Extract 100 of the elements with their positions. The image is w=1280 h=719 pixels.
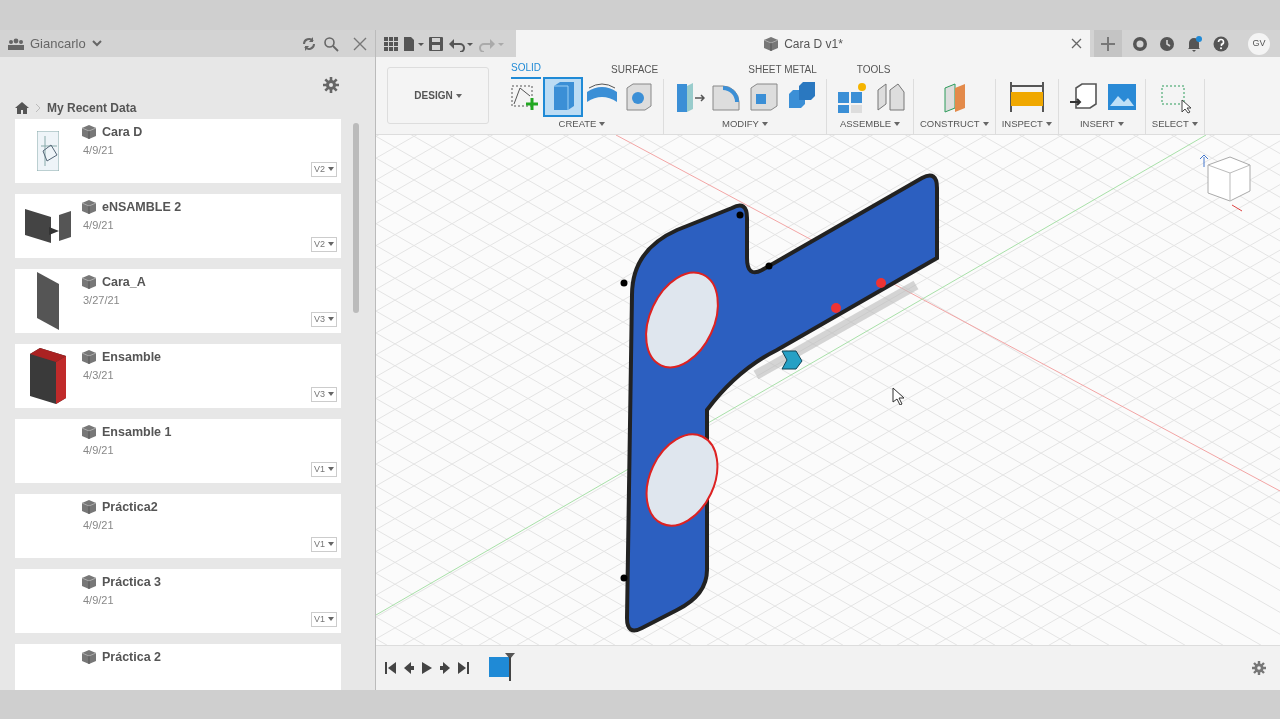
- group-menu[interactable]: CREATE: [558, 114, 606, 131]
- notifications-button[interactable]: [1186, 35, 1202, 52]
- model-thumbnail: [37, 272, 59, 330]
- caret-down-icon: [1117, 122, 1124, 127]
- file-date: 4/9/21: [83, 217, 115, 233]
- part-model-drawing[interactable]: [620, 173, 939, 633]
- timeline-settings-button[interactable]: [1252, 661, 1266, 675]
- ribbon-tab[interactable]: SURFACE: [611, 61, 659, 79]
- extensions-button[interactable]: [1132, 35, 1148, 52]
- version-dropdown[interactable]: V3: [311, 386, 337, 402]
- file-name: Práctica 2: [102, 649, 162, 666]
- ribbon-tab[interactable]: SHEET METAL: [748, 61, 817, 79]
- group-menu[interactable]: INSPECT: [1001, 114, 1052, 131]
- job-status-button[interactable]: [1159, 35, 1175, 52]
- version-dropdown[interactable]: V1: [311, 461, 337, 477]
- breadcrumb-link[interactable]: My Recent Data: [47, 99, 137, 117]
- home-button[interactable]: [15, 102, 29, 114]
- extrude-tool[interactable]: [545, 78, 581, 115]
- file-name: Cara D: [102, 124, 143, 141]
- file-card[interactable]: eNSAMBLE 2 4/9/21 V2: [15, 194, 341, 258]
- arrow-manipulator-icon[interactable]: [780, 349, 804, 371]
- scrollbar[interactable]: [353, 123, 359, 313]
- ribbon-tab[interactable]: SOLID: [511, 59, 541, 79]
- file-card[interactable]: Ensamble 1 4/9/21 V1: [15, 419, 341, 483]
- version-dropdown[interactable]: V2: [311, 236, 337, 252]
- apps-grid-icon: [384, 36, 398, 51]
- play-button[interactable]: [421, 662, 433, 674]
- file-card[interactable]: Cara D 4/9/21 V2: [15, 119, 341, 183]
- group-menu[interactable]: CONSTRUCT: [920, 114, 989, 131]
- chevron-right-icon: [35, 103, 41, 113]
- settings-icon: [323, 76, 339, 93]
- profile-avatar[interactable]: GV: [1248, 32, 1270, 55]
- close-tab-button[interactable]: [1071, 38, 1082, 49]
- file-menu-button[interactable]: [402, 35, 424, 52]
- search-button[interactable]: [323, 35, 339, 52]
- document-tab[interactable]: Cara D v1*: [516, 30, 1090, 57]
- workspace-dropdown[interactable]: DESIGN: [387, 67, 489, 124]
- version-dropdown[interactable]: V1: [311, 611, 337, 627]
- caret-down-icon: [328, 167, 334, 172]
- close-tab-icon: [1071, 38, 1082, 49]
- caret-down-icon: [455, 94, 462, 99]
- caret-down-icon: [328, 317, 334, 322]
- file-card[interactable]: Práctica 3 4/9/21 V1: [15, 569, 341, 633]
- design-file-icon: [81, 124, 97, 141]
- group-menu[interactable]: INSERT: [1080, 114, 1124, 131]
- chevron-down-icon: [91, 40, 102, 47]
- file-name: eNSAMBLE 2: [102, 199, 182, 216]
- file-date: 4/9/21: [83, 517, 115, 533]
- new-tab-button[interactable]: [1094, 30, 1122, 57]
- job-status-icon: [1159, 35, 1175, 52]
- group-menu[interactable]: MODIFY: [722, 114, 768, 131]
- document-title: Cara D v1*: [784, 35, 843, 53]
- group-menu[interactable]: ASSEMBLE: [839, 114, 901, 131]
- skip-start-icon: [385, 662, 397, 674]
- caret-down-icon: [982, 122, 989, 127]
- file-card[interactable]: Cara_A 3/27/21 V3: [15, 269, 341, 333]
- timeline-feature-icon: [487, 653, 515, 683]
- help-button[interactable]: [1213, 35, 1229, 52]
- caret-down-icon: [1045, 122, 1052, 127]
- version-dropdown[interactable]: V1: [311, 536, 337, 552]
- file-card[interactable]: Práctica2 4/9/21 V1: [15, 494, 341, 558]
- skip-end-button[interactable]: [457, 662, 469, 674]
- file-card[interactable]: Práctica 2: [15, 644, 341, 690]
- timeline-settings-icon: [1252, 661, 1266, 675]
- file-name: Ensamble: [102, 349, 162, 366]
- help-icon: [1213, 35, 1229, 52]
- design-file-icon: [81, 349, 97, 366]
- file-date: 3/27/21: [83, 292, 121, 308]
- caret-down-icon: [761, 122, 768, 127]
- refresh-icon: [301, 35, 317, 52]
- file-card[interactable]: Ensamble 4/3/21 V3: [15, 344, 341, 408]
- close-button[interactable]: [353, 36, 367, 51]
- file-name: Cara_A: [102, 274, 146, 291]
- ruler-icon: [1009, 79, 1044, 114]
- step-back-button[interactable]: [403, 662, 415, 674]
- ribbon-tab[interactable]: TOOLS: [856, 61, 891, 79]
- save-button[interactable]: [428, 35, 444, 52]
- file-name: Ensamble 1: [102, 424, 172, 441]
- refresh-button[interactable]: [301, 35, 317, 52]
- apps-grid-button[interactable]: [384, 36, 398, 51]
- file-date: 4/3/21: [83, 367, 115, 383]
- design-file-icon: [81, 574, 97, 591]
- file-date: 4/9/21: [83, 442, 115, 458]
- version-dropdown[interactable]: V3: [311, 311, 337, 327]
- file-date: 4/9/21: [83, 142, 115, 158]
- model-thumbnail: [25, 209, 71, 243]
- save-icon: [428, 35, 444, 52]
- caret-down-icon: [328, 542, 334, 547]
- user-dropdown[interactable]: Giancarlo: [30, 33, 102, 54]
- group-menu[interactable]: SELECT: [1151, 114, 1198, 131]
- step-back-icon: [403, 662, 415, 674]
- caret-down-icon: [328, 242, 334, 247]
- version-dropdown[interactable]: V2: [311, 161, 337, 177]
- team-icon: [8, 37, 24, 50]
- skip-start-button[interactable]: [385, 662, 397, 674]
- timeline-feature-button[interactable]: [487, 653, 515, 683]
- file-name: Práctica2: [102, 499, 158, 516]
- home-icon: [15, 102, 29, 114]
- step-forward-button[interactable]: [439, 662, 451, 674]
- design-file-icon: [81, 424, 97, 441]
